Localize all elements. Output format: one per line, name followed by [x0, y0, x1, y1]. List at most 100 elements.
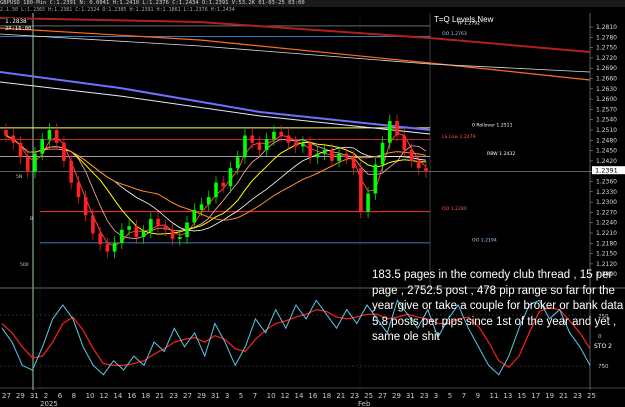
candle-body: [402, 135, 407, 150]
time-tick-label: 14: [295, 392, 304, 400]
time-tick-label: 10: [267, 392, 276, 400]
candle-body: [163, 226, 168, 230]
candle-body: [228, 168, 233, 187]
candle-body: [141, 231, 146, 238]
time-tick-label: 18: [322, 392, 331, 400]
price-tick-label: 1.2810: [596, 24, 617, 31]
time-tick-label: 9: [476, 392, 480, 400]
time-tick-label: 23: [169, 392, 178, 400]
candle-body: [308, 142, 312, 158]
cursor-price-label: 1.2838: [5, 18, 27, 25]
level-label-1: OO 1.2763: [442, 31, 467, 37]
price-tick-label: 1.2420: [596, 158, 617, 165]
candle-body: [373, 164, 378, 194]
time-tick-label: 21: [336, 392, 345, 400]
candle-body: [293, 142, 298, 147]
price-tick-label: 1.2270: [596, 209, 617, 216]
price-tick-label: 1.2570: [596, 106, 617, 113]
candle-body: [351, 157, 356, 169]
price-tick-label: 1.2450: [596, 148, 617, 155]
candle-body: [416, 160, 421, 169]
price-tick-label: 1.2240: [596, 220, 617, 227]
candle-body: [257, 142, 262, 150]
candle-body: [62, 142, 66, 161]
time-tick-label: 29: [16, 392, 25, 400]
time-year-label: 2025: [40, 400, 58, 407]
price-tick-label: 1.2120: [596, 261, 617, 268]
left-marker: B: [30, 216, 33, 222]
trading-terminal: { "header": { "info_line": "GBPUSD 180-M…: [0, 0, 625, 407]
price-tick-label: 1.2690: [596, 65, 617, 72]
time-tick-label: 29: [392, 392, 401, 400]
time-tick-label: 27: [2, 392, 11, 400]
candle-body: [359, 168, 363, 212]
time-tick-label: 6: [58, 392, 63, 400]
price-tick-label: 1.2330: [596, 189, 617, 196]
time-tick-label: 16: [127, 392, 136, 400]
time-tick-label: 7: [253, 392, 257, 400]
candle-body: [279, 131, 283, 136]
candle-body: [337, 153, 341, 161]
price-tick-label: 1.2300: [596, 199, 617, 206]
candle-body: [47, 130, 52, 140]
candle-body: [250, 135, 255, 143]
candle-body: [380, 142, 385, 165]
candle-body: [177, 237, 182, 239]
candle-body: [192, 209, 197, 223]
candle-body: [395, 120, 399, 136]
candle-body: [98, 233, 102, 245]
time-tick-label: 15: [517, 392, 526, 400]
time-month-label: Feb: [358, 400, 371, 407]
time-tick-label: 31: [211, 392, 220, 400]
time-tick-label: 21: [559, 392, 568, 400]
candle-body: [120, 229, 124, 243]
time-tick-label: 25: [587, 392, 596, 400]
level-label-6: OO 1.2194: [472, 237, 497, 243]
candle-body: [330, 150, 334, 161]
candle-body: [54, 130, 59, 143]
time-tick-label: 31: [406, 392, 415, 400]
candle-body: [322, 150, 327, 154]
time-tick-label: 8: [72, 392, 76, 400]
time-tick-label: 27: [378, 392, 387, 400]
time-tick-label: 13: [503, 392, 512, 400]
candle-body: [105, 244, 110, 252]
price-tick-label: 1.2660: [596, 76, 617, 83]
price-tick-label: 1.2360: [596, 179, 617, 186]
left-marker: 5N: [16, 174, 22, 180]
time-tick-label: 29: [197, 392, 206, 400]
price-chart[interactable]: 1.2810 1.2780 1.2750 1.2720 1.2690 1.2660 1.26…: [0, 0, 625, 407]
time-tick-label: 23: [420, 392, 429, 400]
candle-body: [134, 226, 139, 238]
candle-body: [344, 153, 349, 158]
long-ma-3: [0, 71, 431, 131]
candle-body: [272, 131, 276, 140]
candle-body: [149, 218, 153, 232]
candle-body: [243, 135, 247, 158]
candle-body: [221, 182, 226, 187]
candle-body: [25, 157, 30, 172]
time-tick-label: 23: [573, 392, 582, 400]
time-tick-label: 5: [239, 392, 243, 400]
panel-title: T=Q Levels New: [434, 15, 494, 24]
time-tick-label: 2: [44, 392, 48, 400]
time-tick-label: 25: [364, 392, 373, 400]
candle-body: [214, 182, 218, 198]
price-tick-label: 1.2780: [596, 34, 617, 41]
price-tick-label: 1.2540: [596, 117, 617, 124]
time-tick-label: 18: [141, 392, 150, 400]
time-tick-label: 3: [225, 392, 229, 400]
candle-body: [264, 139, 269, 150]
candle-body: [112, 242, 117, 252]
candle-body: [199, 204, 204, 210]
candle-body: [235, 157, 240, 169]
level-label-2: 0 Rollover 1.2511: [472, 122, 513, 128]
price-tick-label: 1.2480: [596, 137, 617, 144]
candle-body: [387, 120, 392, 143]
candle-body: [366, 193, 370, 212]
candle-body: [301, 142, 305, 147]
candle-body: [206, 197, 211, 205]
candle-body: [33, 153, 37, 172]
time-tick-label: 12: [100, 392, 109, 400]
time-tick-label: 5: [448, 392, 452, 400]
